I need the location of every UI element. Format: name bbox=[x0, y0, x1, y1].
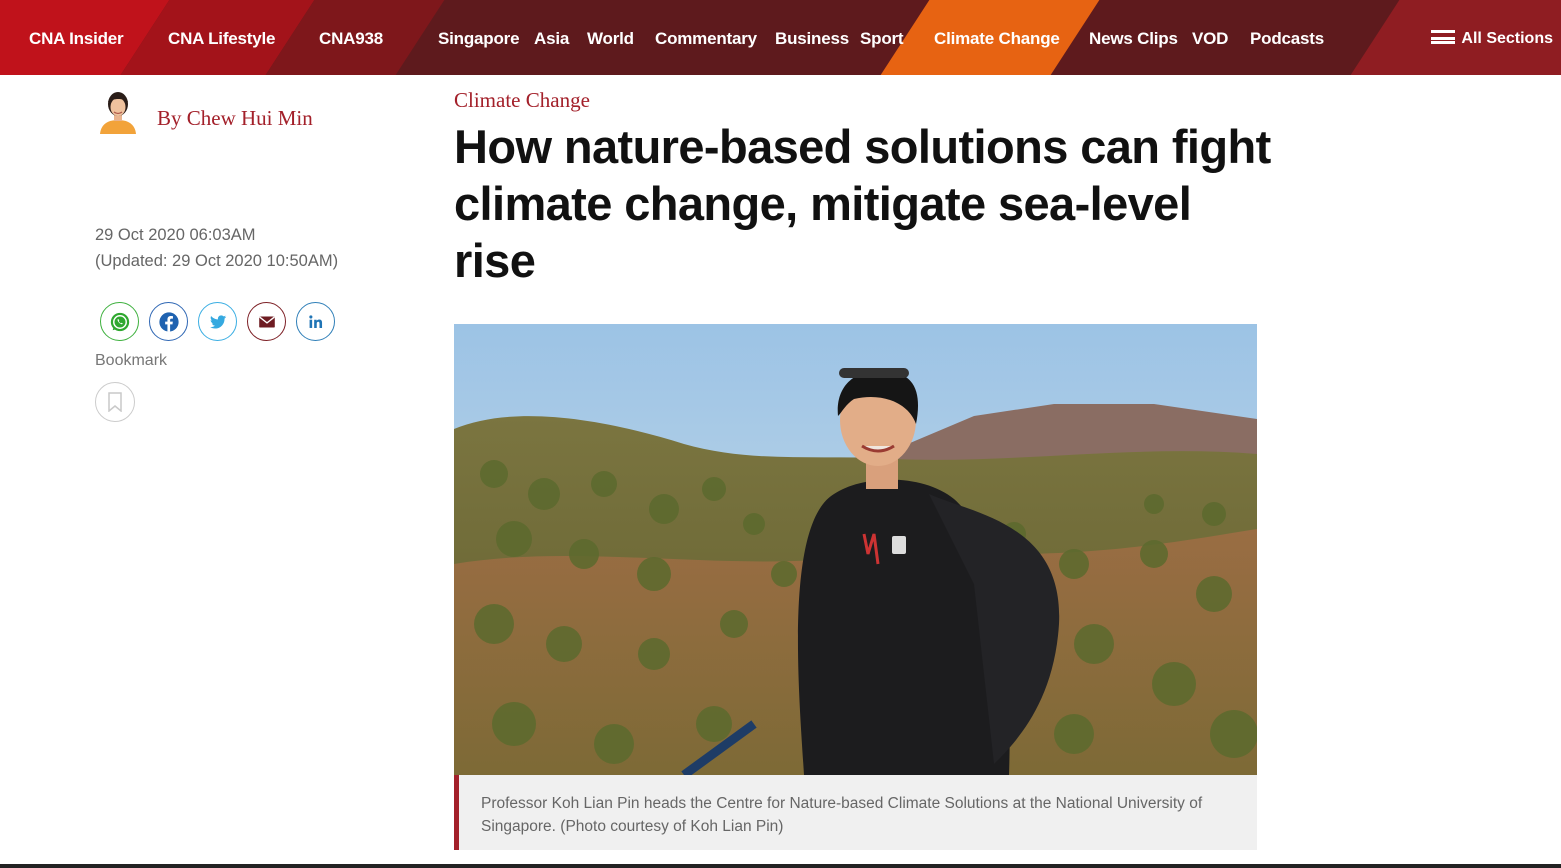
whatsapp-icon bbox=[110, 312, 129, 331]
nav-link-business[interactable]: Business bbox=[775, 0, 849, 75]
all-sections-label: All Sections bbox=[1461, 30, 1553, 47]
email-icon bbox=[258, 315, 275, 327]
author-byline-link[interactable]: By Chew Hui Min bbox=[157, 106, 313, 131]
published-date: 29 Oct 2020 06:03AM bbox=[95, 226, 256, 244]
all-sections-button[interactable]: All Sections bbox=[1431, 0, 1553, 75]
article-headline: How nature-based solutions can fight cli… bbox=[454, 120, 1271, 287]
top-navigation: CNA Insider CNA Lifestyle CNA938 Singapo… bbox=[0, 0, 1561, 75]
photo-caption: Professor Koh Lian Pin heads the Centre … bbox=[454, 775, 1257, 850]
twitter-share-button[interactable] bbox=[198, 302, 237, 341]
bookmark-icon bbox=[108, 392, 122, 412]
author-avatar[interactable] bbox=[98, 88, 138, 134]
article-dates: 29 Oct 2020 06:03AM (Updated: 29 Oct 202… bbox=[95, 222, 338, 274]
nav-link-vod[interactable]: VOD bbox=[1192, 0, 1228, 75]
nav-link-cna-insider[interactable]: CNA Insider bbox=[29, 0, 124, 75]
nav-link-news-clips[interactable]: News Clips bbox=[1089, 0, 1178, 75]
updated-date: (Updated: 29 Oct 2020 10:50AM) bbox=[95, 252, 339, 270]
nav-link-asia[interactable]: Asia bbox=[534, 0, 569, 75]
nav-link-cna938[interactable]: CNA938 bbox=[319, 0, 383, 75]
bookmark-button[interactable] bbox=[95, 382, 135, 422]
linkedin-icon bbox=[308, 314, 322, 328]
article-category-link[interactable]: Climate Change bbox=[454, 88, 590, 113]
nav-link-climate-change[interactable]: Climate Change bbox=[934, 0, 1060, 75]
whatsapp-share-button[interactable] bbox=[100, 302, 139, 341]
linkedin-share-button[interactable] bbox=[296, 302, 335, 341]
nav-link-world[interactable]: World bbox=[587, 0, 634, 75]
article-hero-photo bbox=[454, 324, 1257, 775]
nav-link-singapore[interactable]: Singapore bbox=[438, 0, 520, 75]
page-bottom-border bbox=[0, 864, 1561, 868]
share-buttons bbox=[100, 302, 335, 341]
nav-link-cna-lifestyle[interactable]: CNA Lifestyle bbox=[168, 0, 275, 75]
nav-link-commentary[interactable]: Commentary bbox=[655, 0, 757, 75]
email-share-button[interactable] bbox=[247, 302, 286, 341]
nav-link-podcasts[interactable]: Podcasts bbox=[1250, 0, 1324, 75]
nav-link-sport[interactable]: Sport bbox=[860, 0, 904, 75]
hamburger-icon bbox=[1431, 30, 1456, 44]
facebook-icon bbox=[158, 311, 179, 332]
twitter-icon bbox=[209, 314, 226, 329]
bookmark-label: Bookmark bbox=[95, 352, 168, 369]
facebook-share-button[interactable] bbox=[149, 302, 188, 341]
